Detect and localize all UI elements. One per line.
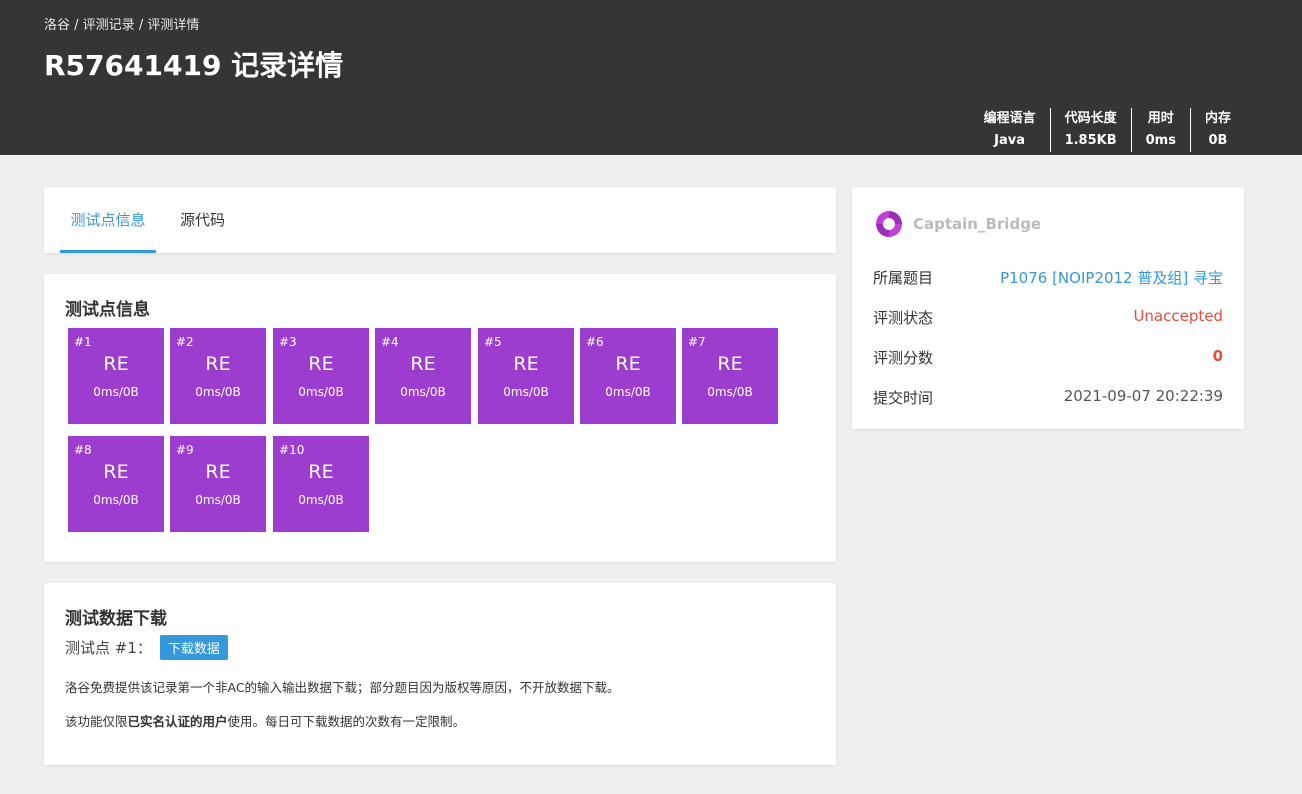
- testcase-status: RE: [410, 353, 436, 375]
- info-row-status: 评测状态 Unaccepted: [873, 307, 1223, 328]
- breadcrumb-home[interactable]: 洛谷: [44, 18, 70, 33]
- tab-source-code[interactable]: 源代码: [180, 187, 225, 253]
- testcase-status: RE: [205, 353, 231, 375]
- note-text: 该功能仅限: [65, 714, 128, 729]
- judge-status: Unaccepted: [1133, 307, 1223, 325]
- testcase-number: #8: [74, 443, 92, 457]
- submit-time: 2021-09-07 20:22:39: [1063, 387, 1223, 405]
- stat-code-length: 代码长度 1.85KB: [1049, 108, 1131, 152]
- data-download-panel: 测试数据下载 测试点 #1： 下载数据 洛谷免费提供该记录第一个非AC的输入输出…: [44, 583, 836, 765]
- judge-score: 0: [1212, 347, 1223, 365]
- testcase-resource: 0ms/0B: [93, 493, 139, 507]
- note-text: 使用。每日可下载数据的次数有一定限制。: [227, 714, 466, 729]
- testcase-tile[interactable]: #4 RE 0ms/0B: [375, 328, 471, 424]
- stat-label: 用时: [1147, 111, 1174, 126]
- user-avatar-logo-icon: [874, 209, 904, 239]
- testcase-status: RE: [308, 353, 334, 375]
- testcase-resource: 0ms/0B: [707, 385, 753, 399]
- download-restriction-note: 该功能仅限已实名认证的用户使用。每日可下载数据的次数有一定限制。: [65, 711, 465, 730]
- breadcrumb-current: 评测详情: [147, 18, 200, 33]
- testcase-number: #2: [176, 335, 194, 349]
- testcase-number: #4: [381, 335, 399, 349]
- testcase-status: RE: [717, 353, 743, 375]
- info-key: 所属题目: [873, 269, 934, 287]
- page-title: R57641419 记录详情: [44, 49, 344, 82]
- testcase-resource: 0ms/0B: [298, 493, 344, 507]
- info-key: 评测状态: [873, 309, 934, 327]
- testcase-number: #5: [484, 335, 502, 349]
- download-data-button[interactable]: 下载数据: [159, 635, 228, 660]
- stat-value: 0ms: [1145, 133, 1176, 148]
- testcase-resource: 0ms/0B: [400, 385, 446, 399]
- testcase-status: RE: [103, 353, 129, 375]
- breadcrumb-records[interactable]: 评测记录: [83, 18, 135, 33]
- stat-value: Java: [994, 133, 1025, 148]
- testcase-tile[interactable]: #10 RE 0ms/0B: [273, 436, 369, 532]
- testcase-tile[interactable]: #1 RE 0ms/0B: [68, 328, 164, 424]
- stat-label: 代码长度: [1064, 111, 1117, 126]
- testcase-panel: 测试点信息 #1 RE 0ms/0B #2 RE 0ms/0B #3 RE 0m…: [44, 274, 836, 562]
- stat-value: 1.85KB: [1064, 133, 1117, 148]
- testcase-tile[interactable]: #9 RE 0ms/0B: [170, 436, 266, 532]
- info-row-submit-time: 提交时间 2021-09-07 20:22:39: [873, 387, 1223, 408]
- stat-label: 内存: [1204, 111, 1231, 126]
- testcase-status: RE: [615, 353, 641, 375]
- testcase-tile[interactable]: #7 RE 0ms/0B: [682, 328, 778, 424]
- testcase-resource: 0ms/0B: [195, 493, 241, 507]
- testcase-resource: 0ms/0B: [503, 385, 549, 399]
- stat-language: 编程语言 Java: [970, 108, 1050, 152]
- note-emphasis: 已实名认证的用户: [127, 714, 228, 729]
- info-row-problem: 所属题目 P1076 [NOIP2012 普及组] 寻宝: [873, 267, 1223, 288]
- testcase-tile[interactable]: #2 RE 0ms/0B: [170, 328, 266, 424]
- testcase-panel-title: 测试点信息: [65, 300, 150, 320]
- download-note: 洛谷免费提供该记录第一个非AC的输入输出数据下载；部分题目因为版权等原因，不开放…: [65, 680, 620, 695]
- testcase-resource: 0ms/0B: [605, 385, 651, 399]
- testcase-tile[interactable]: #3 RE 0ms/0B: [273, 328, 369, 424]
- info-row-score: 评测分数 0: [873, 347, 1223, 368]
- testcase-status: RE: [513, 353, 539, 375]
- data-download-title: 测试数据下载: [65, 609, 167, 629]
- stat-memory: 内存 0B: [1189, 108, 1245, 152]
- testcase-status: RE: [308, 461, 334, 483]
- testcase-number: #1: [74, 335, 92, 349]
- download-row: 测试点 #1： 下载数据: [65, 635, 228, 660]
- tab-testcase-info[interactable]: 测试点信息: [60, 187, 156, 253]
- record-info-panel: Captain_Bridge 所属题目 P1076 [NOIP2012 普及组]…: [852, 187, 1244, 429]
- testcase-number: #3: [279, 335, 297, 349]
- testcase-status: RE: [103, 461, 129, 483]
- testcase-status: RE: [205, 461, 231, 483]
- testcase-number: #6: [586, 335, 604, 349]
- user-info[interactable]: Captain_Bridge: [873, 208, 1041, 240]
- username[interactable]: Captain_Bridge: [913, 215, 1041, 233]
- stat-time: 用时 0ms: [1130, 108, 1190, 152]
- stat-label: 编程语言: [983, 111, 1036, 126]
- testcase-tile[interactable]: #5 RE 0ms/0B: [478, 328, 574, 424]
- page-header: 洛谷 / 评测记录 / 评测详情 R57641419 记录详情 编程语言 Jav…: [0, 0, 1302, 155]
- testcase-resource: 0ms/0B: [93, 385, 139, 399]
- testcase-tile[interactable]: #6 RE 0ms/0B: [580, 328, 676, 424]
- testcase-number: #7: [688, 335, 706, 349]
- info-key: 评测分数: [873, 349, 934, 367]
- testcase-number: #10: [279, 443, 305, 457]
- tab-bar: 测试点信息 源代码: [44, 187, 836, 253]
- testcase-tile[interactable]: #8 RE 0ms/0B: [68, 436, 164, 532]
- breadcrumb: 洛谷 / 评测记录 / 评测详情: [44, 18, 200, 33]
- stat-value: 0B: [1208, 133, 1228, 148]
- download-testcase-label: 测试点 #1：: [65, 639, 152, 657]
- testcase-number: #9: [176, 443, 194, 457]
- testcase-resource: 0ms/0B: [195, 385, 241, 399]
- problem-link[interactable]: P1076 [NOIP2012 普及组] 寻宝: [1000, 267, 1223, 288]
- testcase-resource: 0ms/0B: [298, 385, 344, 399]
- info-key: 提交时间: [873, 389, 934, 407]
- record-stats: 编程语言 Java 代码长度 1.85KB 用时 0ms 内存 0B: [970, 108, 1245, 152]
